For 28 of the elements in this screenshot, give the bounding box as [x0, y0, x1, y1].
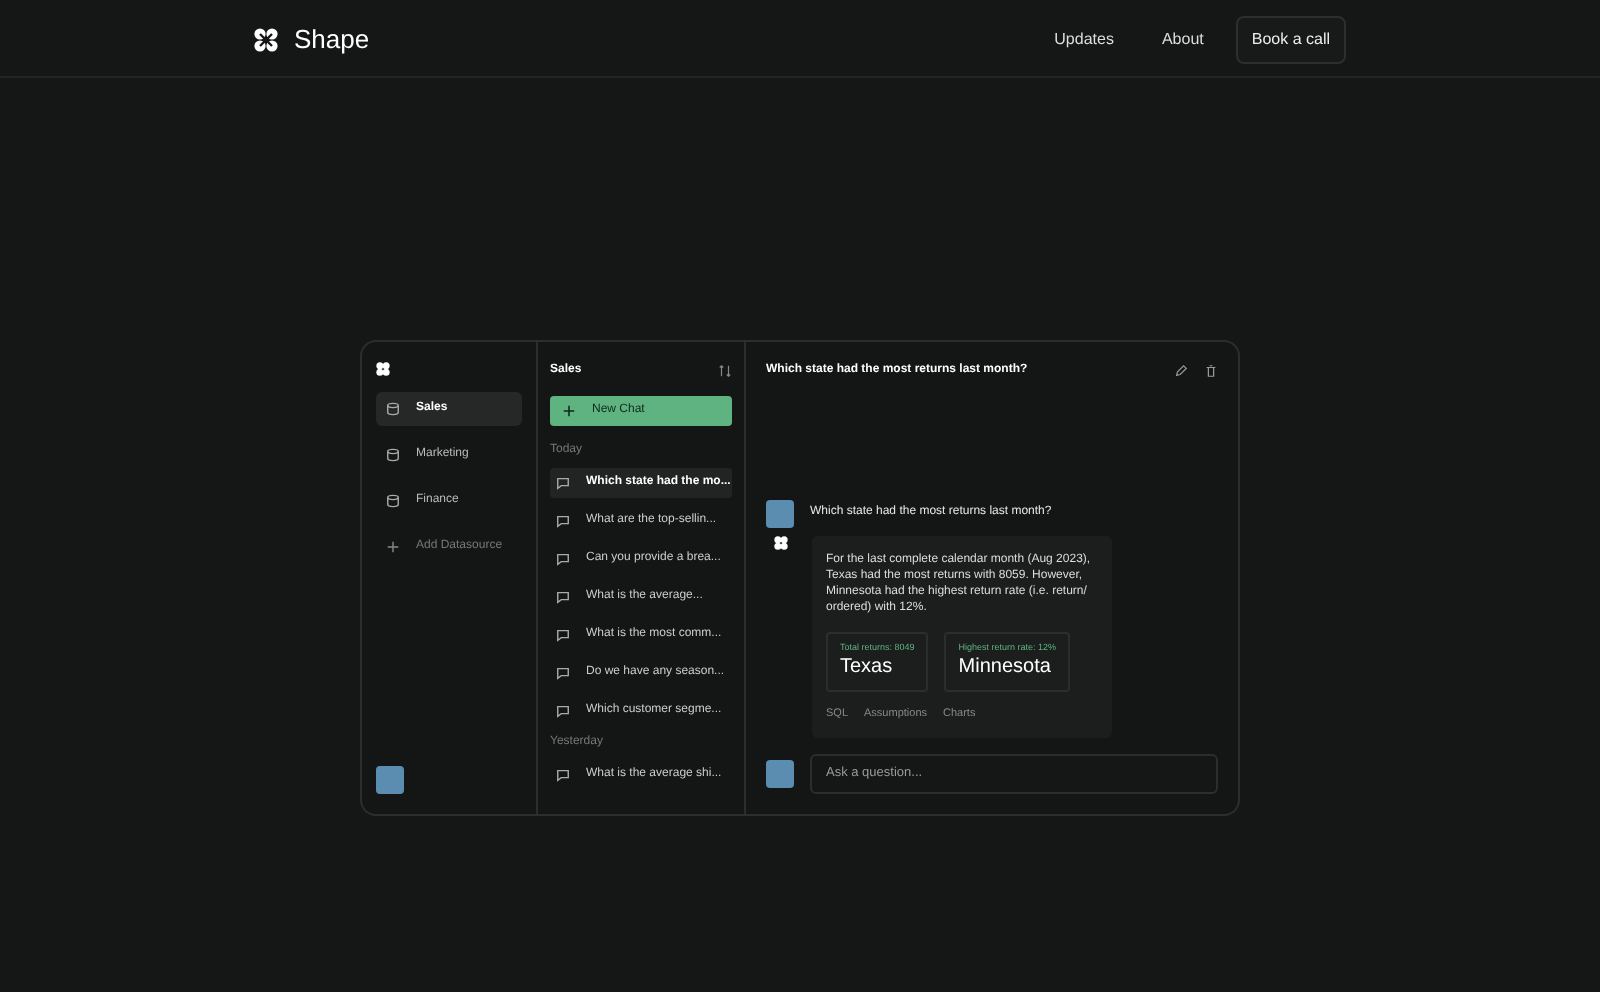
chat-icon — [556, 704, 570, 718]
database-icon — [386, 448, 400, 462]
brand-name: Shape — [294, 21, 370, 58]
chat-icon — [556, 628, 570, 642]
chat-icon — [556, 590, 570, 604]
nav-link[interactable]: About — [1161, 27, 1204, 51]
avatar-placeholder — [766, 760, 794, 789]
trash-icon — [1204, 364, 1218, 378]
chat-icon — [556, 552, 570, 566]
database-icon — [386, 402, 400, 416]
plus-icon — [386, 540, 400, 554]
book-call-button[interactable]: Book a call — [1235, 15, 1346, 63]
stat-value: Minnesota — [958, 654, 1053, 682]
plus-icon — [562, 404, 576, 418]
avatar-placeholder — [766, 499, 794, 528]
chat-icon — [556, 476, 570, 490]
sort-icon — [718, 364, 732, 378]
logo-icon — [376, 362, 390, 376]
chat-icon — [556, 666, 570, 680]
nav-link[interactable]: Updates — [1054, 27, 1114, 51]
chat-icon — [556, 768, 570, 782]
database-icon — [386, 494, 400, 508]
avatar-placeholder — [376, 766, 404, 794]
chat-icon — [556, 514, 570, 528]
stat-value: Texas — [840, 654, 895, 682]
logo-icon — [254, 27, 278, 51]
edit-icon — [1174, 364, 1188, 378]
logo-icon — [774, 535, 788, 550]
